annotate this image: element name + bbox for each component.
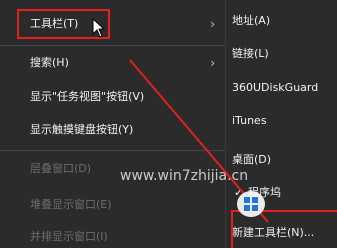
watermark-url: www.win7zhijia.cn [120,168,249,184]
watermark-logo [142,190,332,230]
mouse-cursor-icon [92,18,106,38]
